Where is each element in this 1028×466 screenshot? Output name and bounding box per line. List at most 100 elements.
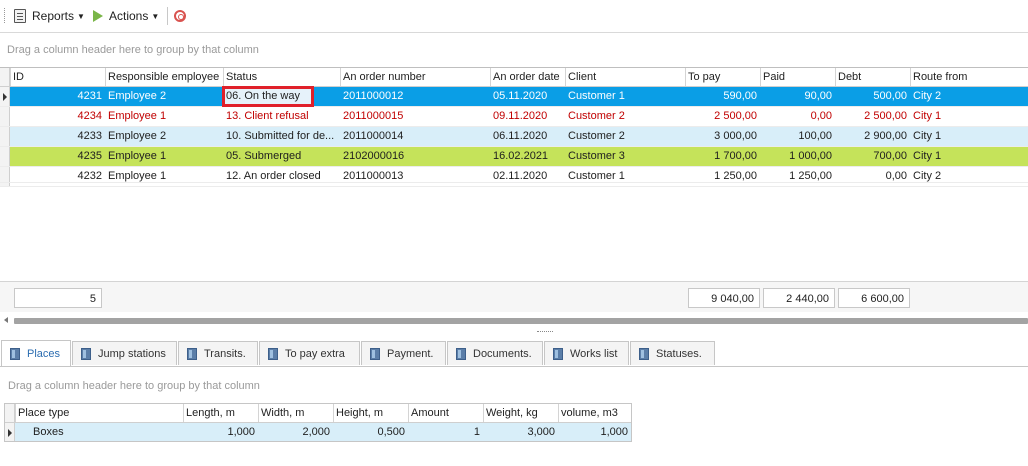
cell-debt[interactable]: 700,00 — [835, 147, 910, 166]
tab-transits[interactable]: Transits. — [178, 341, 258, 365]
tab-icon — [639, 347, 649, 360]
scrollbar-thumb[interactable] — [14, 318, 1028, 324]
column-header-to-pay[interactable]: To pay — [685, 68, 760, 86]
cell-status[interactable]: 05. Submerged — [223, 147, 340, 166]
column-header-place-type[interactable]: Place type — [15, 404, 183, 422]
tab-icon — [268, 347, 278, 360]
row-indicator — [0, 147, 10, 166]
tab-label: Statuses. — [656, 347, 702, 360]
cell-client[interactable]: Customer 2 — [565, 127, 685, 146]
cell-status[interactable]: 13. Client refusal — [223, 107, 340, 126]
actions-button[interactable]: Actions ▼ — [93, 7, 159, 25]
cell-employee[interactable]: Employee 1 — [105, 107, 223, 126]
cell-order-date[interactable]: 16.02.2021 — [490, 147, 565, 166]
cell-route-from[interactable]: City 1 — [910, 147, 1028, 166]
places-group-by-panel[interactable]: Drag a column header here to group by th… — [0, 367, 1028, 402]
cell-order-number[interactable]: 2011000014 — [340, 127, 490, 146]
column-header-order-date[interactable]: An order date — [490, 68, 565, 86]
cell-paid[interactable]: 100,00 — [760, 127, 835, 146]
cell-route-from[interactable]: City 1 — [910, 107, 1028, 126]
cell-paid[interactable]: 0,00 — [760, 107, 835, 126]
column-header-width[interactable]: Width, m — [258, 404, 333, 422]
tab-statuses[interactable]: Statuses. — [630, 341, 715, 365]
stop-button[interactable] — [174, 7, 186, 25]
tab-label: Places — [27, 347, 61, 360]
chevron-down-icon: ▼ — [77, 11, 85, 21]
cell-id[interactable]: 4235 — [10, 147, 105, 166]
cell-to-pay[interactable]: 2 500,00 — [685, 107, 760, 126]
cell-volume[interactable]: 1,000 — [558, 423, 631, 441]
column-header-weight[interactable]: Weight, kg — [483, 404, 558, 422]
toolbar-separator — [167, 7, 168, 25]
cell-employee[interactable]: Employee 2 — [105, 127, 223, 146]
cell-order-number[interactable]: 2011000015 — [340, 107, 490, 126]
tab-places[interactable]: Places — [1, 340, 71, 366]
cell-length[interactable]: 1,000 — [183, 423, 258, 441]
column-header-debt[interactable]: Debt — [835, 68, 910, 86]
cell-route-from[interactable]: City 2 — [910, 87, 1028, 106]
cell-debt[interactable]: 2 500,00 — [835, 107, 910, 126]
panel-splitter[interactable] — [0, 329, 1028, 337]
cell-employee[interactable]: Employee 1 — [105, 147, 223, 166]
column-header-height[interactable]: Height, m — [333, 404, 408, 422]
tab-icon — [553, 347, 563, 360]
cell-to-pay[interactable]: 590,00 — [685, 87, 760, 106]
cell-id[interactable]: 4231 — [10, 87, 105, 106]
tab-payment[interactable]: Payment. — [361, 341, 446, 365]
cell-id[interactable]: 4234 — [10, 107, 105, 126]
cell-to-pay[interactable]: 1 700,00 — [685, 147, 760, 166]
cell-client[interactable]: Customer 3 — [565, 147, 685, 166]
column-header-volume[interactable]: volume, m3 — [558, 404, 631, 422]
column-header-order-number[interactable]: An order number — [340, 68, 490, 86]
group-by-panel[interactable]: Drag a column header here to group by th… — [0, 33, 1028, 67]
cell-amount[interactable]: 1 — [408, 423, 483, 441]
cell-order-date[interactable]: 05.11.2020 — [490, 87, 565, 106]
table-row[interactable]: Boxes 1,000 2,000 0,500 1 3,000 1,000 — [5, 423, 631, 441]
tab-jump-stations[interactable]: Jump stations — [72, 341, 177, 365]
column-header-employee[interactable]: Responsible employee — [105, 68, 223, 86]
cell-route-from[interactable]: City 1 — [910, 127, 1028, 146]
table-row[interactable]: 4235 Employee 1 05. Submerged 2102000016… — [0, 147, 1028, 167]
tab-works-list[interactable]: Works list — [544, 341, 629, 365]
cell-width[interactable]: 2,000 — [258, 423, 333, 441]
tab-label: Jump stations — [98, 347, 166, 360]
detail-tabs: Places Jump stations Transits. To pay ex… — [0, 339, 1028, 367]
cell-order-date[interactable]: 09.11.2020 — [490, 107, 565, 126]
cell-status[interactable]: 10. Submitted for de... — [223, 127, 340, 146]
cell-order-date[interactable]: 06.11.2020 — [490, 127, 565, 146]
column-header-client[interactable]: Client — [565, 68, 685, 86]
column-header-amount[interactable]: Amount — [408, 404, 483, 422]
cell-order-number[interactable]: 2102000016 — [340, 147, 490, 166]
table-row[interactable]: 4231 Employee 2 06. On the way 201100001… — [0, 86, 1028, 107]
cell-client[interactable]: Customer 1 — [565, 87, 685, 106]
cell-debt[interactable]: 2 900,00 — [835, 127, 910, 146]
cell-id[interactable]: 4233 — [10, 127, 105, 146]
cell-paid[interactable]: 90,00 — [760, 87, 835, 106]
column-header-route-from[interactable]: Route from — [910, 68, 1028, 86]
cell-order-number[interactable]: 2011000012 — [340, 87, 490, 106]
cell-client[interactable]: Customer 2 — [565, 107, 685, 126]
reports-button[interactable]: Reports ▼ — [14, 7, 85, 25]
toolbar-grip[interactable] — [4, 8, 8, 23]
column-header-paid[interactable]: Paid — [760, 68, 835, 86]
cell-weight[interactable]: 3,000 — [483, 423, 558, 441]
column-header-length[interactable]: Length, m — [183, 404, 258, 422]
cell-paid[interactable]: 1 000,00 — [760, 147, 835, 166]
cell-height[interactable]: 0,500 — [333, 423, 408, 441]
table-row[interactable]: 4234 Employee 1 13. Client refusal 20110… — [0, 107, 1028, 127]
cell-to-pay[interactable]: 3 000,00 — [685, 127, 760, 146]
tab-to-pay-extra[interactable]: To pay extra — [259, 341, 360, 365]
toolbar: Reports ▼ Actions ▼ — [0, 0, 1028, 33]
cell-place-type[interactable]: Boxes — [15, 423, 183, 441]
table-row[interactable]: 4233 Employee 2 10. Submitted for de... … — [0, 127, 1028, 147]
column-header-status[interactable]: Status — [223, 68, 340, 86]
scroll-left-icon[interactable] — [4, 317, 8, 323]
horizontal-scrollbar[interactable] — [0, 313, 1028, 329]
column-header-id[interactable]: ID — [10, 68, 105, 86]
places-grid-header: Place type Length, m Width, m Height, m … — [5, 404, 631, 423]
tab-icon — [81, 347, 91, 360]
cell-employee[interactable]: Employee 2 — [105, 87, 223, 106]
tab-documents[interactable]: Documents. — [447, 341, 543, 365]
cell-debt[interactable]: 500,00 — [835, 87, 910, 106]
cell-status-focused[interactable]: 06. On the way — [222, 86, 314, 107]
